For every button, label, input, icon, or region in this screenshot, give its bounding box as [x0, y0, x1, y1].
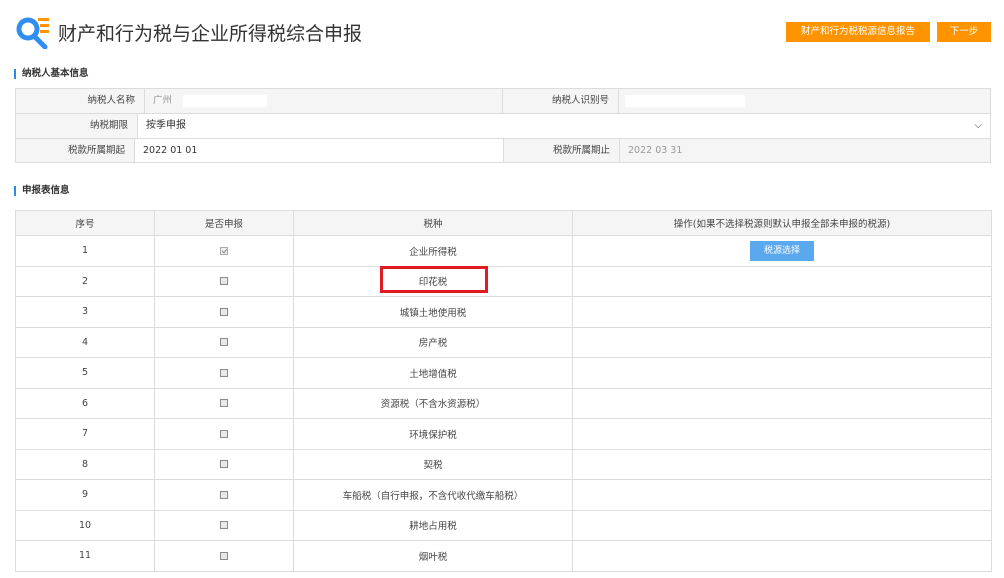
declare-checkbox[interactable] [220, 338, 228, 347]
row-number: 1 [15, 235, 155, 267]
table-row: 7 环境保护税 [15, 418, 992, 450]
operation-cell: 税源选择 [572, 235, 992, 267]
tax-source-report-button[interactable]: 财产和行为税税源信息报告 [786, 22, 930, 42]
table-row: 6 资源税（不含水资源税） [15, 387, 992, 419]
declare-cell [154, 265, 294, 297]
table-row: 11 烟叶税 [15, 540, 992, 572]
declare-checkbox[interactable] [220, 429, 228, 438]
declare-cell [154, 357, 294, 389]
tax-type-cell: 耕地占用税 [293, 509, 573, 541]
redaction-mask [625, 95, 745, 107]
declare-checkbox[interactable] [220, 277, 228, 286]
row-number: 9 [15, 479, 155, 511]
tax-type-cell: 车船税（自行申报，不含代收代缴车船税） [293, 479, 573, 511]
page-header: 财产和行为税与企业所得税综合申报 财产和行为税税源信息报告 下一步 [0, 0, 1004, 58]
period-start-field[interactable]: 2022 01 01 [135, 139, 504, 162]
taxpayer-id-field [619, 89, 990, 113]
tax-type-cell: 烟叶税 [293, 540, 573, 572]
operation-cell [572, 418, 992, 450]
taxpayer-info-form: 纳税人名称 广州 纳税人识别号 纳税期限 按季申报 ⌵ 税款所属期起 2022 … [15, 88, 991, 163]
next-step-button[interactable]: 下一步 [937, 22, 991, 42]
tax-period-value: 按季申报 [146, 120, 186, 131]
declare-cell [154, 235, 294, 267]
declare-cell [154, 509, 294, 541]
declare-cell [154, 296, 294, 328]
tax-period-label: 纳税期限 [16, 114, 138, 138]
operation-cell [572, 509, 992, 541]
tax-type-cell: 城镇土地使用税 [293, 296, 573, 328]
taxpayer-name-label: 纳税人名称 [16, 89, 145, 113]
declare-checkbox[interactable] [220, 551, 228, 560]
taxpayer-name-value: 广州 [153, 95, 173, 106]
operation-cell [572, 387, 992, 419]
table-row: 5 土地增值税 [15, 357, 992, 389]
column-header-no: 序号 [15, 210, 155, 236]
row-number: 10 [15, 509, 155, 541]
taxpayer-info-heading: 纳税人基本信息 [14, 69, 89, 79]
row-number: 5 [15, 357, 155, 389]
table-row: 1 企业所得税 税源选择 [15, 235, 992, 267]
row-number: 3 [15, 296, 155, 328]
declare-cell [154, 387, 294, 419]
period-end-label: 税款所属期止 [504, 139, 620, 162]
tax-type-cell: 企业所得税 [293, 235, 573, 267]
tax-source-select-button[interactable]: 税源选择 [750, 240, 814, 261]
row-number: 11 [15, 540, 155, 572]
tax-period-select[interactable]: 按季申报 ⌵ [138, 114, 990, 138]
declare-cell [154, 448, 294, 480]
operation-cell [572, 326, 992, 358]
column-header-tax-type: 税种 [293, 210, 573, 236]
declare-checkbox[interactable] [220, 490, 228, 499]
row-number: 4 [15, 326, 155, 358]
table-row: 2 印花税 [15, 265, 992, 297]
operation-cell [572, 265, 992, 297]
tax-type-cell: 资源税（不含水资源税） [293, 387, 573, 419]
taxpayer-name-field: 广州 [145, 89, 503, 113]
table-row: 8 契税 [15, 448, 992, 480]
search-document-icon [16, 17, 49, 49]
period-end-field: 2022 03 31 [620, 139, 990, 162]
tax-date-row: 税款所属期起 2022 01 01 税款所属期止 2022 03 31 [15, 138, 991, 163]
chevron-down-icon: ⌵ [974, 120, 982, 131]
declare-cell [154, 540, 294, 572]
tax-type-cell: 契税 [293, 448, 573, 480]
declare-checkbox[interactable] [220, 460, 228, 469]
operation-cell [572, 448, 992, 480]
table-row: 10 耕地占用税 [15, 509, 992, 541]
operation-cell [572, 479, 992, 511]
operation-cell [572, 357, 992, 389]
declare-checkbox[interactable] [220, 368, 228, 377]
declare-cell [154, 418, 294, 450]
table-row: 9 车船税（自行申报，不含代收代缴车船税） [15, 479, 992, 511]
tax-type-cell: 房产税 [293, 326, 573, 358]
taxpayer-id-label: 纳税人识别号 [503, 89, 619, 113]
operation-cell [572, 540, 992, 572]
period-start-label: 税款所属期起 [16, 139, 135, 162]
tax-type-cell: 环境保护税 [293, 418, 573, 450]
page-title: 财产和行为税与企业所得税综合申报 [58, 23, 363, 45]
table-header-row: 序号 是否申报 税种 操作(如果不选择税源则默认申报全部未申报的税源) [15, 210, 992, 236]
column-header-declare: 是否申报 [154, 210, 294, 236]
declare-cell [154, 479, 294, 511]
declare-checkbox-checked[interactable] [220, 246, 228, 255]
row-number: 7 [15, 418, 155, 450]
declaration-info-heading: 申报表信息 [14, 186, 70, 196]
tax-type-cell: 土地增值税 [293, 357, 573, 389]
tax-period-row: 纳税期限 按季申报 ⌵ [15, 113, 991, 138]
highlight-box [380, 266, 488, 293]
row-number: 6 [15, 387, 155, 419]
operation-cell [572, 296, 992, 328]
declare-checkbox[interactable] [220, 399, 228, 408]
table-row: 3 城镇土地使用税 [15, 296, 992, 328]
row-number: 8 [15, 448, 155, 480]
column-header-operation: 操作(如果不选择税源则默认申报全部未申报的税源) [572, 210, 992, 236]
redaction-mask [183, 95, 267, 107]
row-number: 2 [15, 265, 155, 297]
declare-checkbox[interactable] [220, 521, 228, 530]
declare-checkbox[interactable] [220, 307, 228, 316]
taxpayer-name-row: 纳税人名称 广州 纳税人识别号 [15, 88, 991, 113]
declaration-table: 序号 是否申报 税种 操作(如果不选择税源则默认申报全部未申报的税源) 1 企业… [15, 210, 992, 572]
table-row: 4 房产税 [15, 326, 992, 358]
declare-cell [154, 326, 294, 358]
